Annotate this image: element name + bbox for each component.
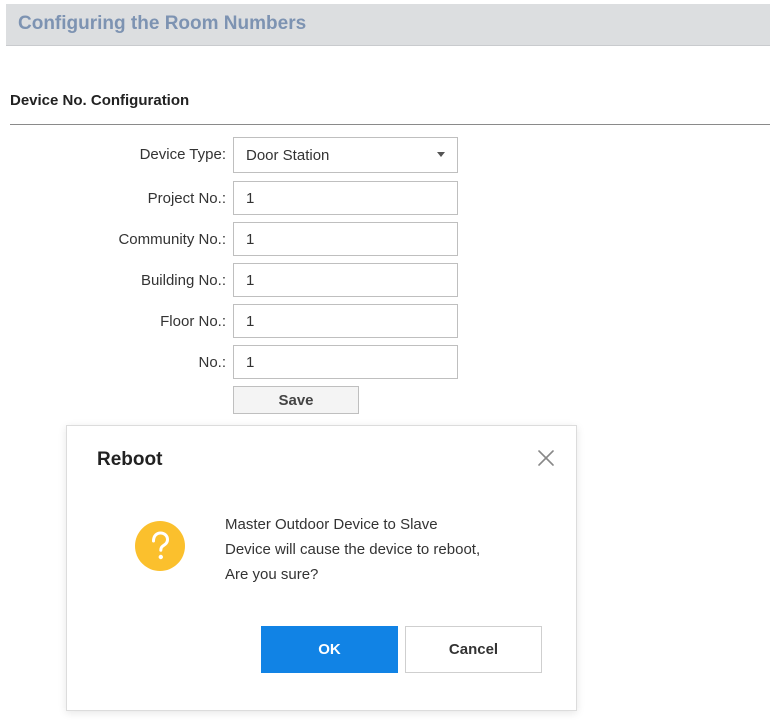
reboot-dialog: Reboot Master Outdoor Device to Slave De… [66,425,577,711]
question-mark-icon [135,521,185,571]
close-icon[interactable] [535,447,557,469]
no-input[interactable] [233,345,458,379]
form-row-no: No.: [0,345,774,379]
building-no-input[interactable] [233,263,458,297]
form-row-building-no: Building No.: [0,263,774,297]
building-no-label: Building No.: [140,272,226,289]
project-no-label: Project No.: [147,190,226,207]
dialog-message-line: Are you sure? [225,566,319,583]
cancel-button[interactable]: Cancel [405,626,542,673]
form-row-floor-no: Floor No.: [0,304,774,338]
section-divider [10,124,770,125]
community-no-input[interactable] [233,222,458,256]
community-no-label: Community No.: [118,231,226,248]
project-no-input[interactable] [233,181,458,215]
device-type-value: Door Station [246,147,330,164]
page-banner: Configuring the Room Numbers [6,4,770,46]
dialog-message-line: Device will cause the device to reboot, [225,541,481,558]
ok-button[interactable]: OK [261,626,398,673]
chevron-down-icon [437,152,445,157]
dialog-message-line: Master Outdoor Device to Slave [225,516,438,533]
form-row-project-no: Project No.: [0,181,774,215]
dialog-message: Master Outdoor Device to Slave Device wi… [225,512,555,587]
device-type-select[interactable]: Door Station [233,137,458,173]
device-type-label: Device Type: [139,146,226,163]
save-button[interactable]: Save [233,386,359,414]
form-row-device-type: Device Type: Door Station [0,137,774,173]
page-title: Configuring the Room Numbers [18,13,307,34]
floor-no-input[interactable] [233,304,458,338]
dialog-title: Reboot [97,449,163,470]
form-row-community-no: Community No.: [0,222,774,256]
section-title: Device No. Configuration [10,92,190,109]
no-label: No.: [198,354,226,371]
floor-no-label: Floor No.: [160,313,226,330]
